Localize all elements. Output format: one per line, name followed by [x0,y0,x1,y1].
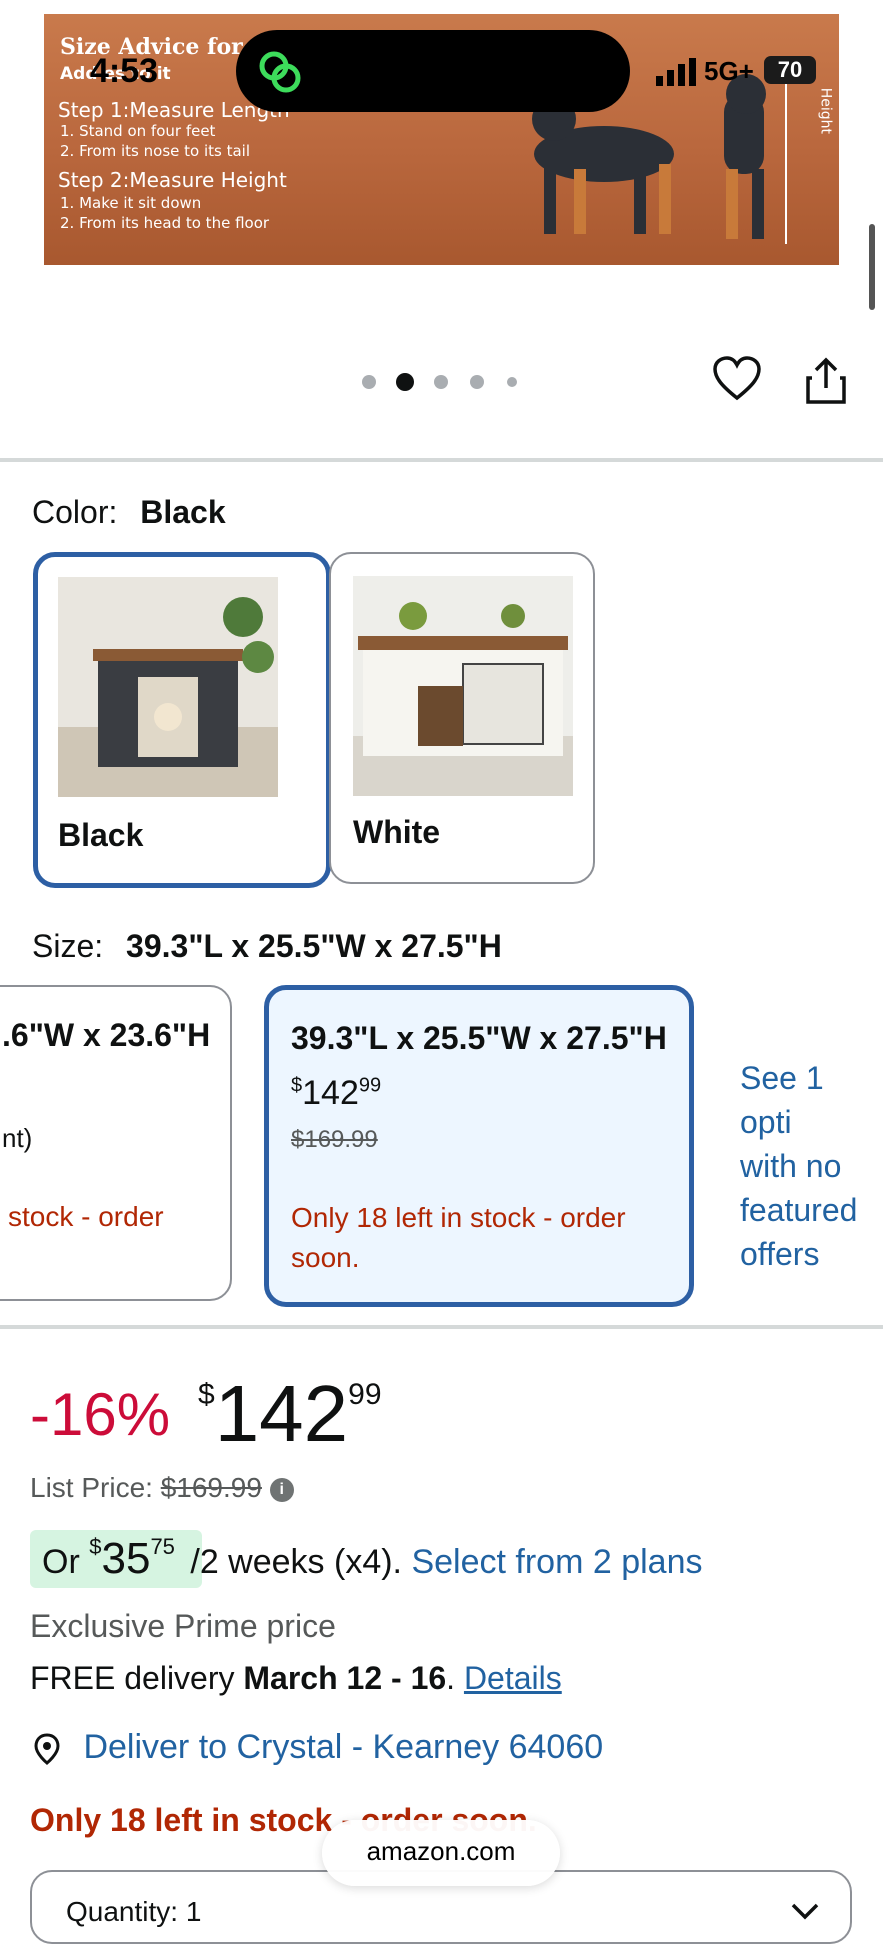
size-option-selected-dims: 39.3"L x 25.5"W x 27.5"H [291,1020,667,1056]
browser-address-bar[interactable]: amazon.com [322,1820,560,1886]
signal-icon [656,58,696,86]
banner-height-label: Height [817,87,833,134]
banner-step2-a: 1. Make it sit down [60,194,202,212]
gallery-dot[interactable] [362,375,376,389]
quantity-label: Quantity: 1 [66,1896,202,1927]
info-icon[interactable]: i [269,1477,294,1502]
size-option-partial[interactable]: .6"W x 23.6"H nt) stock - order [0,985,232,1301]
delivery-prefix: FREE delivery [30,1660,235,1696]
details-link[interactable]: Details [464,1660,562,1696]
size-label: Size: [32,928,104,964]
installment-prefix: Or [42,1543,80,1581]
installment-suffix: /2 weeks (x4). [190,1543,402,1581]
size-option-dims: .6"W x 23.6"H [2,1017,211,1053]
delivery-line: FREE delivery March 12 - 16. Details [30,1660,562,1697]
deliver-to-link: Deliver to Crystal - Kearney 64060 [83,1728,604,1766]
color-option-black[interactable]: Black [33,552,331,888]
banner-step2-b: 2. From its head to the floor [60,214,270,232]
delivery-dates: March 12 - 16 [243,1660,447,1696]
discount-percent: -16% [30,1381,171,1448]
gallery-dot[interactable] [470,375,484,389]
list-price-value: $169.99 [160,1472,262,1503]
price-whole: 142 [214,1369,349,1458]
divider [0,458,883,462]
share-icon[interactable] [804,356,848,406]
white-crate-image [353,576,573,796]
see-more-line: offers [740,1236,820,1272]
price-fraction: 99 [348,1378,382,1411]
banner-step2-title: Step 2:Measure Height [58,168,287,192]
divider [0,1325,883,1329]
gallery-dot[interactable] [434,375,448,389]
size-option-selected-stock-2: soon. [291,1242,360,1273]
chevron-down-icon [791,1903,819,1920]
color-label-line: Color: Black [32,494,226,531]
banner-step1-b: 2. From its nose to its tail [60,142,251,160]
list-price-line: List Price: $169.99 i [30,1472,294,1504]
installment-line: Or $3575 /2 weeks (x4). Select from 2 pl… [42,1534,702,1584]
browser-url: amazon.com [366,1836,516,1866]
color-selected-value: Black [140,494,226,530]
color-label: Color: [32,494,118,530]
size-option-selected-list-price: $169.99 [291,1126,378,1153]
banner-step1-a: 1. Stand on four feet [60,122,216,140]
gallery-dot-active[interactable] [396,373,414,391]
price-currency: $ [198,1378,215,1411]
scrollbar[interactable] [869,224,875,310]
see-more-line: with no [740,1148,842,1184]
location-pin-icon [34,1733,60,1765]
size-selected-value: 39.3"L x 25.5"W x 27.5"H [126,928,502,964]
installment-whole: 35 [101,1534,151,1583]
see-more-line: See 1 opti [740,1060,824,1140]
installment-currency: $ [89,1534,102,1559]
price: $14299 [198,1368,382,1460]
color-option-black-label: Black [58,817,144,853]
size-option-selected-price: $14299 [291,1074,382,1112]
list-price-label: List Price: [30,1472,153,1503]
gallery-dot[interactable] [507,377,517,387]
prime-price-text: Exclusive Prime price [30,1608,336,1644]
app-link-icon [259,51,301,93]
see-more-line: featured [740,1192,858,1228]
delivery-separator: . [446,1660,456,1696]
dynamic-island [236,30,630,112]
installment-fraction: 75 [150,1534,175,1559]
size-option-note: nt) [2,1123,33,1153]
network-type: 5G+ [704,56,754,86]
see-more-options-link[interactable]: See 1 opti with no featured offers [740,1056,883,1276]
deliver-to-line[interactable]: Deliver to Crystal - Kearney 64060 [30,1728,603,1767]
color-option-white[interactable]: White [329,552,595,884]
size-option-selected[interactable]: 39.3"L x 25.5"W x 27.5"H $14299 $169.99 … [264,985,694,1307]
size-option-stock: stock - order [8,1201,164,1232]
black-crate-image [58,577,278,797]
heart-icon[interactable] [712,356,762,402]
color-option-white-label: White [353,814,441,850]
size-option-selected-stock-1: Only 18 left in stock - order [291,1202,626,1233]
size-label-line: Size: 39.3"L x 25.5"W x 27.5"H [32,928,502,965]
status-time: 4:53 [90,52,159,90]
battery-icon: 70 [764,56,816,84]
select-plans-link[interactable]: Select from 2 plans [411,1543,702,1581]
